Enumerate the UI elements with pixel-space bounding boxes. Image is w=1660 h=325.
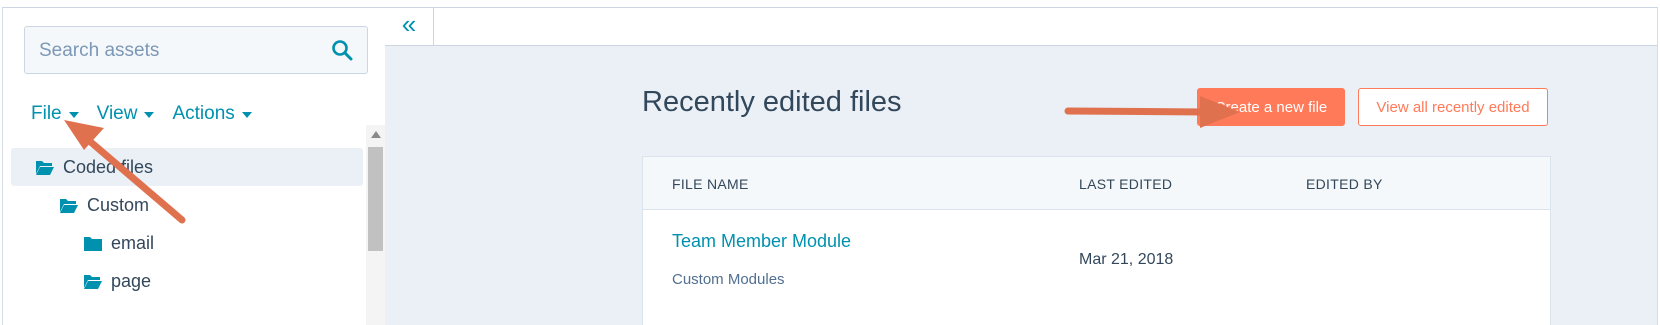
view-all-recently-edited-button[interactable]: View all recently edited	[1358, 88, 1548, 126]
recent-files-table: FILE NAME LAST EDITED EDITED BY Team Mem…	[642, 156, 1551, 325]
search-box[interactable]	[24, 26, 368, 75]
page-title: Recently edited files	[642, 86, 902, 118]
column-header-edited-by[interactable]: EDITED BY	[1306, 176, 1383, 192]
file-type-label: Custom Modules	[672, 271, 785, 288]
search-input[interactable]	[37, 27, 321, 75]
tree-item-label: Custom	[87, 194, 150, 215]
last-edited-date: Mar 21, 2018	[1079, 251, 1174, 268]
tree-item-label: Coded files	[63, 156, 154, 177]
tree-item-label: page	[111, 270, 152, 291]
view-menu[interactable]: View	[97, 103, 155, 125]
main-panel: « Recently edited files Create a new fil…	[385, 8, 1657, 325]
folder-icon	[84, 236, 102, 251]
top-bar: «	[385, 8, 1657, 46]
caret-down-icon	[68, 112, 79, 118]
folder-open-icon	[60, 198, 78, 213]
caret-down-icon	[144, 112, 155, 118]
asset-sidebar: File View Actions Coded files	[3, 8, 385, 325]
file-name-link[interactable]: Team Member Module	[672, 231, 851, 252]
tree-item-custom[interactable]: Custom	[11, 186, 363, 224]
double-chevron-left-icon: «	[401, 9, 417, 39]
folder-open-icon	[36, 160, 54, 175]
tree-item-label: email	[111, 232, 155, 253]
collapse-sidebar-button[interactable]: «	[385, 8, 434, 45]
app-window: File View Actions Coded files	[2, 7, 1658, 325]
create-new-file-button[interactable]: Create a new file	[1197, 88, 1345, 126]
column-header-file-name[interactable]: FILE NAME	[672, 176, 749, 192]
file-menu[interactable]: File	[31, 103, 79, 125]
scroll-thumb[interactable]	[368, 147, 383, 251]
actions-menu-label: Actions	[172, 103, 235, 124]
menu-bar: File View Actions	[31, 103, 252, 125]
actions-menu[interactable]: Actions	[172, 103, 252, 125]
view-menu-label: View	[96, 103, 138, 124]
tree-scrollbar[interactable]	[366, 125, 385, 325]
table-header: FILE NAME LAST EDITED EDITED BY	[643, 157, 1550, 210]
tree-item-page[interactable]: page	[11, 262, 363, 300]
column-header-last-edited[interactable]: LAST EDITED	[1079, 176, 1172, 192]
tree-item-email[interactable]: email	[11, 224, 363, 262]
file-tree: Coded files Custom email page	[11, 148, 363, 300]
search-icon[interactable]	[331, 39, 353, 61]
file-menu-label: File	[31, 103, 62, 124]
caret-down-icon	[241, 112, 252, 118]
scroll-up-arrow-icon[interactable]	[371, 131, 381, 138]
folder-open-icon	[84, 274, 102, 289]
tree-item-coded-files[interactable]: Coded files	[11, 148, 363, 186]
